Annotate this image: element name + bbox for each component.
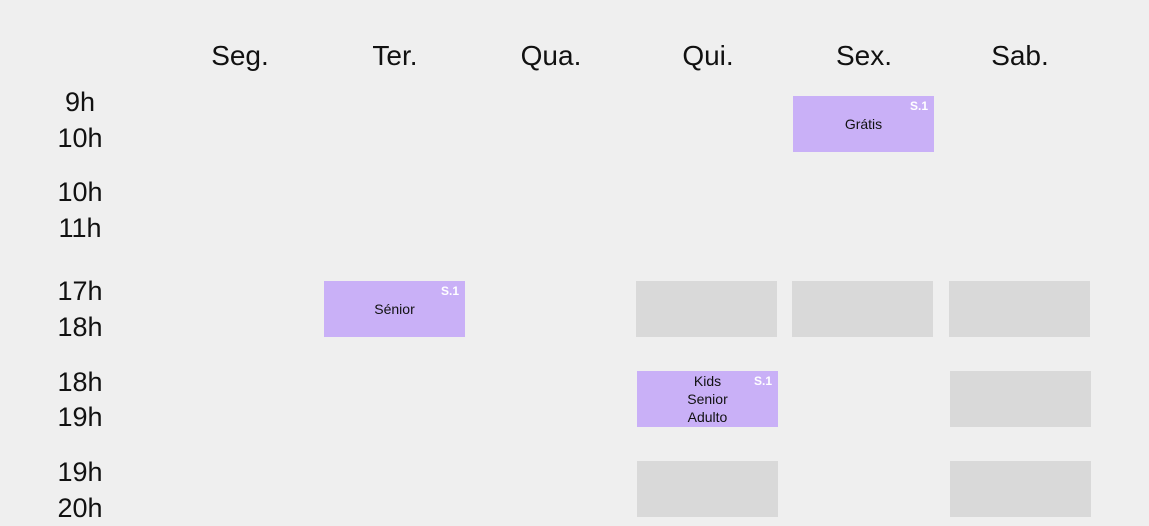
day-header-qua: Qua.: [520, 40, 582, 71]
empty-slot-sab-18h[interactable]: [950, 371, 1091, 427]
time-slot-start: 18h: [57, 367, 103, 397]
class-label: Sénior: [374, 301, 415, 317]
empty-slot-qui-17h[interactable]: [636, 281, 777, 337]
room-badge: S.1: [909, 99, 928, 113]
empty-slot-sex-17h[interactable]: [792, 281, 933, 337]
empty-slot-sab-19h[interactable]: [950, 461, 1091, 517]
day-header-ter: Ter.: [372, 40, 418, 71]
day-header-qui: Qui.: [682, 40, 734, 71]
time-slot-end: 19h: [57, 402, 103, 432]
day-header-sex: Sex.: [835, 40, 893, 71]
room-badge: S.1: [440, 284, 459, 298]
empty-slot-qui-19h[interactable]: [637, 461, 778, 517]
time-slot-start: 19h: [57, 457, 103, 487]
class-block-qui-18h[interactable]: Kids Senior Adulto S.1: [637, 371, 778, 427]
time-slot-start: 17h: [57, 276, 103, 306]
time-slot-start: 10h: [57, 177, 103, 207]
class-label: Grátis: [844, 116, 883, 132]
day-header-seg: Seg.: [211, 40, 269, 71]
empty-slot-sab-17h[interactable]: [949, 281, 1090, 337]
class-label: Kids Senior Adulto: [687, 373, 728, 425]
time-slot-end: 18h: [57, 312, 103, 342]
class-block-sex-9h[interactable]: Grátis S.1: [793, 96, 934, 152]
room-badge: S.1: [753, 374, 772, 388]
time-slot-end: 20h: [57, 493, 103, 523]
day-header-sab: Sab.: [991, 40, 1049, 71]
class-block-ter-17h[interactable]: Sénior S.1: [324, 281, 465, 337]
time-slot-start: 9h: [64, 87, 96, 117]
time-slot-end: 11h: [58, 213, 102, 243]
time-slot-end: 10h: [57, 123, 103, 153]
